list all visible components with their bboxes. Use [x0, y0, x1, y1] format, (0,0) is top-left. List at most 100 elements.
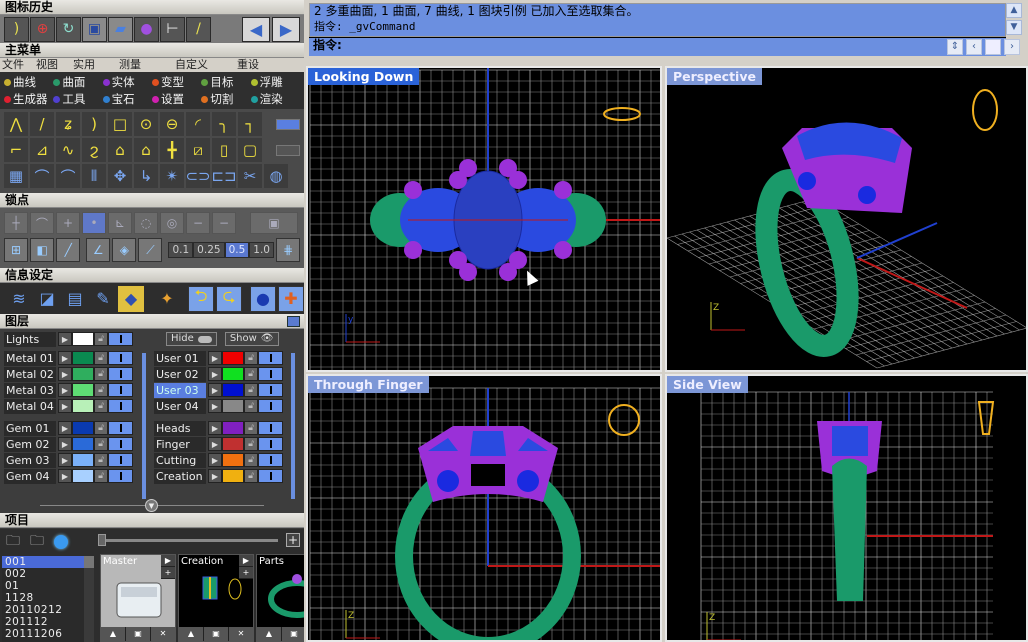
snap-near-icon[interactable]: ⌒: [30, 212, 54, 234]
viewport-through-finger[interactable]: Through Finger Z: [306, 374, 662, 642]
thumbnail-card[interactable]: Creation ▶ + ▲ ▣ ✕: [178, 554, 254, 642]
snap-end-icon[interactable]: ┼: [4, 212, 28, 234]
figure-icon[interactable]: ✚: [278, 285, 304, 312]
scroll-thumb[interactable]: [84, 556, 94, 568]
thumbnail-delete-button[interactable]: ✕: [229, 627, 253, 641]
project-list-item[interactable]: 1128: [2, 592, 94, 604]
palette-page-2[interactable]: [276, 144, 300, 156]
snap-center-icon[interactable]: ⊾: [108, 212, 132, 234]
category-item[interactable]: 渲染: [250, 91, 300, 107]
nav-right-icon[interactable]: ›: [1004, 39, 1020, 55]
layer-name[interactable]: Cutting: [154, 452, 206, 468]
layer-expand-button[interactable]: ▶: [208, 469, 222, 483]
step-1-0[interactable]: 1.0: [249, 242, 274, 258]
snap-perp-icon[interactable]: ◎: [160, 212, 184, 234]
dimension-icon[interactable]: ⊢: [160, 16, 185, 42]
history-back-button[interactable]: ◀: [242, 16, 270, 42]
layer-name[interactable]: Finger: [154, 436, 206, 452]
sine-curve-icon[interactable]: ∿: [56, 138, 80, 162]
menu-view[interactable]: 视图: [34, 58, 71, 72]
slider-knob[interactable]: [98, 534, 106, 546]
layer-name[interactable]: Gem 02: [4, 436, 56, 452]
lock-icon[interactable]: 🔓︎: [94, 453, 108, 467]
viewport-title[interactable]: Through Finger: [308, 376, 429, 393]
category-item[interactable]: 实体: [102, 74, 152, 90]
lock-icon[interactable]: 🔓︎: [244, 421, 258, 435]
layer-visibility-toggle[interactable]: [258, 399, 283, 413]
layer-color-swatch[interactable]: [222, 437, 244, 451]
layer-name[interactable]: Creation: [154, 468, 206, 484]
script-icon[interactable]: ▤: [62, 286, 88, 312]
blend-curve-icon[interactable]: ϩ: [82, 138, 106, 162]
thumbnail-save-button[interactable]: ▣: [282, 627, 304, 641]
category-item[interactable]: 切割: [201, 91, 250, 107]
thumbnail-card[interactable]: Master ▶ + ▲ ▣ ✕: [100, 554, 176, 642]
project-list-item[interactable]: 20111206: [2, 628, 94, 640]
snap-tan-icon[interactable]: −: [186, 212, 210, 234]
layer-expand-button[interactable]: ▶: [208, 367, 222, 381]
sphere-material-icon[interactable]: ●: [134, 16, 159, 42]
trim-corner-icon[interactable]: ⊿: [30, 138, 54, 162]
layer-color-swatch[interactable]: [72, 383, 94, 397]
layer-color-swatch[interactable]: [72, 421, 94, 435]
layer-visibility-toggle[interactable]: [258, 469, 283, 483]
layer-visibility-toggle[interactable]: [258, 453, 283, 467]
object-properties-icon[interactable]: ◪: [34, 286, 60, 312]
lock-icon[interactable]: 🔓︎: [244, 351, 258, 365]
layer-expand-button[interactable]: ▶: [58, 351, 72, 365]
layer-name[interactable]: Gem 04: [4, 468, 56, 484]
fillet-icon[interactable]: ╮: [212, 112, 236, 136]
layer-visibility-toggle[interactable]: [108, 332, 133, 346]
layer-color-swatch[interactable]: [222, 469, 244, 483]
save-icon[interactable]: ▣: [82, 16, 107, 42]
viewport-title[interactable]: Side View: [667, 376, 748, 393]
layer-visibility-toggle[interactable]: [108, 367, 133, 381]
layers-expand-button[interactable]: ▼: [145, 499, 158, 512]
project-list-item[interactable]: 001: [2, 556, 94, 568]
scroll-down-icon[interactable]: ▼: [1006, 20, 1022, 35]
cube-snap-icon[interactable]: ◧: [30, 238, 55, 262]
new-folder-icon[interactable]: 🗀︎: [6, 530, 20, 554]
thumbnail-up-button[interactable]: ▲: [257, 627, 281, 641]
angle-45-icon[interactable]: ∠: [86, 238, 111, 262]
category-item[interactable]: 目标: [201, 74, 250, 90]
layer-visibility-toggle[interactable]: [108, 421, 133, 435]
slider-track[interactable]: [98, 539, 278, 542]
arc-3pt-icon[interactable]: ): [82, 112, 106, 136]
layer-color-swatch[interactable]: [72, 437, 94, 451]
lock-icon[interactable]: 🔓︎: [244, 469, 258, 483]
layer-expand-button[interactable]: ▶: [58, 332, 72, 346]
viewport-title[interactable]: Perspective: [667, 68, 762, 85]
layer-color-swatch[interactable]: [222, 383, 244, 397]
lock-icon[interactable]: 🔓︎: [244, 383, 258, 397]
export-icon[interactable]: ⮎: [216, 285, 242, 312]
lock-icon[interactable]: 🔓︎: [94, 332, 108, 346]
layer-name[interactable]: Metal 02: [4, 366, 56, 382]
layer-visibility-toggle[interactable]: [258, 367, 283, 381]
layer-expand-button[interactable]: ▶: [58, 421, 72, 435]
thumbnail-save-button[interactable]: ▣: [204, 627, 228, 641]
add-thumbnail-button[interactable]: +: [286, 533, 300, 547]
upload-folder-icon[interactable]: 🗀︎: [30, 530, 44, 554]
render-sphere-icon[interactable]: ●: [250, 285, 276, 312]
layer-name[interactable]: Metal 04: [4, 398, 56, 414]
layer-visibility-toggle[interactable]: [108, 453, 133, 467]
layer-name[interactable]: Lights: [4, 331, 56, 347]
arc-extend-icon[interactable]: ⌒: [56, 164, 80, 188]
spin-updown-icon[interactable]: ⇕: [947, 39, 963, 55]
menu-reset[interactable]: 重设: [235, 58, 259, 72]
layer-color-swatch[interactable]: [222, 421, 244, 435]
split-surface-icon[interactable]: ╋: [160, 138, 184, 162]
lock-icon[interactable]: 🔓︎: [244, 437, 258, 451]
layer-expand-button[interactable]: ▶: [58, 453, 72, 467]
plane-snap-icon[interactable]: ◈: [112, 238, 137, 262]
step-0-25[interactable]: 0.25: [193, 242, 225, 258]
boxes-icon[interactable]: ▦: [4, 164, 28, 188]
layer-expand-button[interactable]: ▶: [208, 399, 222, 413]
snap-mid-icon[interactable]: •: [82, 212, 106, 234]
display-mode-icon[interactable]: ◆: [118, 285, 144, 312]
layer-name[interactable]: User 03: [154, 382, 206, 398]
import-icon[interactable]: ⮌: [188, 285, 214, 312]
grid-toggle-icon[interactable]: ⋕: [275, 238, 301, 262]
layer-color-swatch[interactable]: [72, 332, 94, 346]
